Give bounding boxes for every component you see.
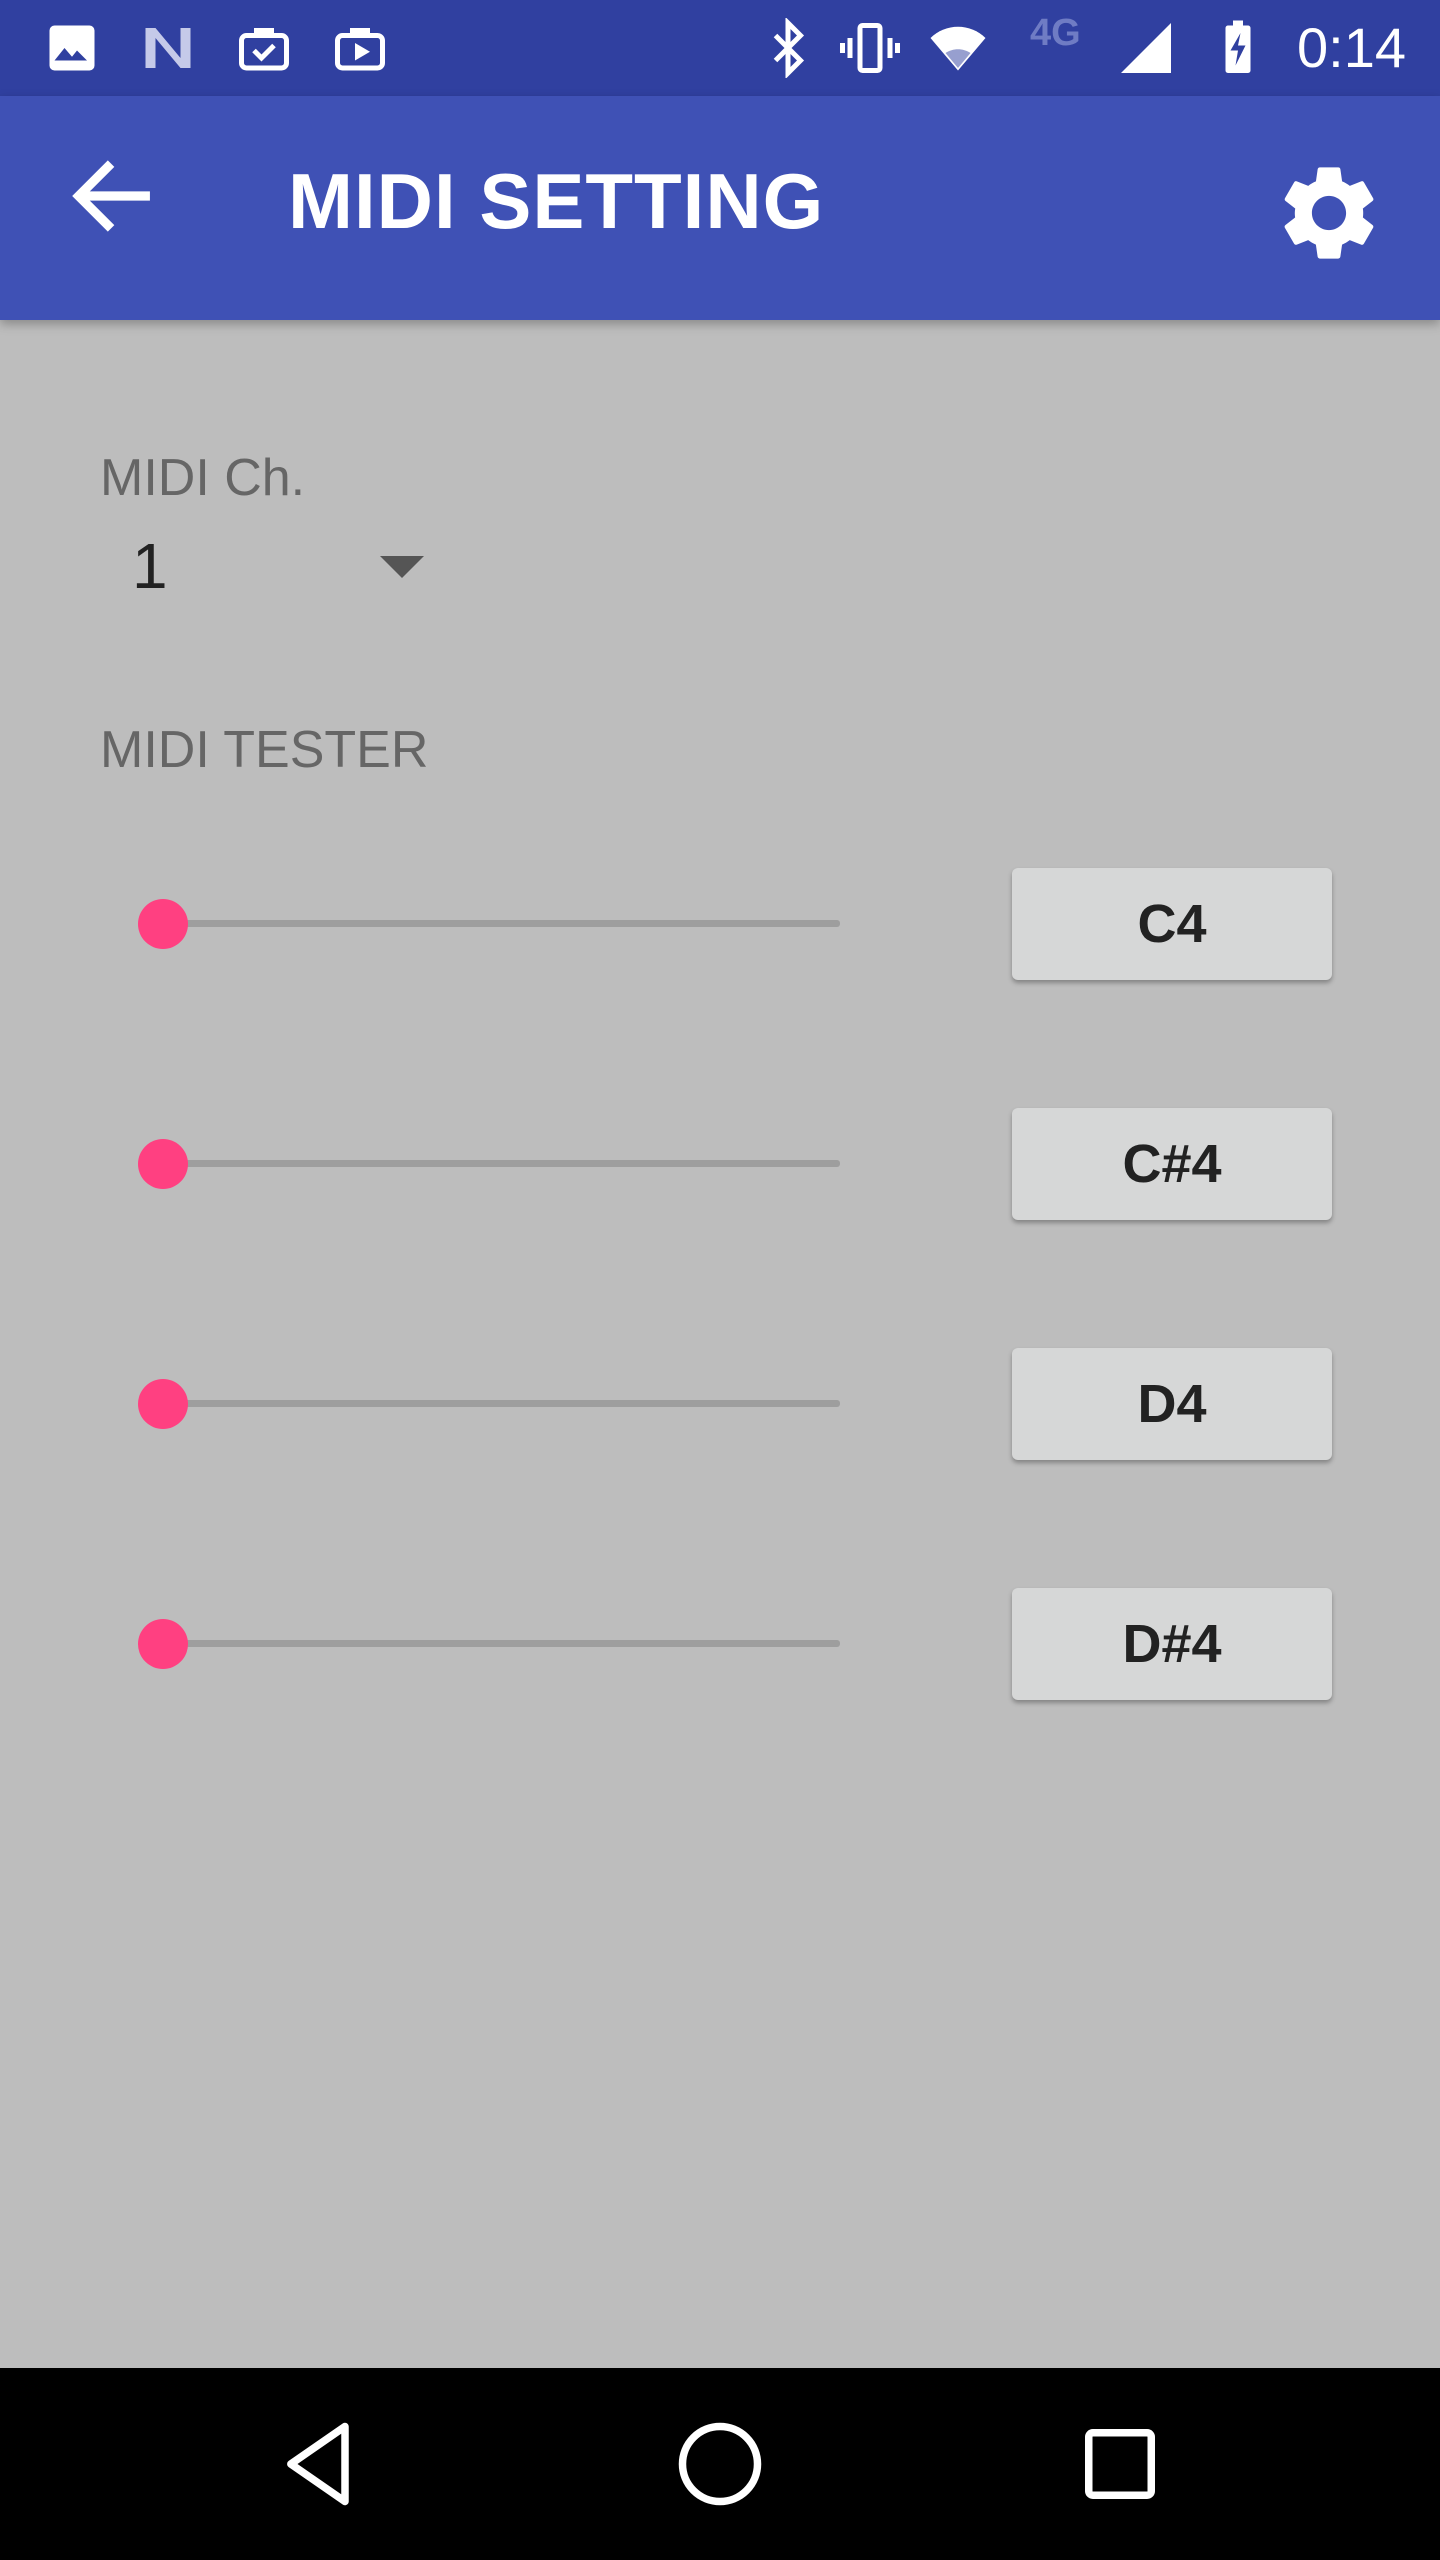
recents-square-icon[interactable]	[1070, 2414, 1170, 2514]
battery-charging-icon	[1208, 18, 1268, 78]
back-triangle-icon[interactable]	[270, 2414, 370, 2514]
tester-row: C4	[0, 864, 1440, 984]
slider-thumb[interactable]	[138, 1139, 188, 1189]
gear-icon[interactable]	[1272, 156, 1386, 270]
dropdown-arrow-icon	[380, 556, 424, 578]
cell-signal-icon	[1116, 18, 1176, 78]
note-d-sharp-4-button[interactable]: D#4	[1012, 1588, 1332, 1700]
velocity-slider[interactable]	[138, 1124, 840, 1204]
midi-channel-value: 1	[132, 530, 168, 602]
midi-channel-dropdown[interactable]: 1	[100, 520, 440, 610]
status-bar: 4G 0:14	[0, 0, 1440, 96]
tester-row: D#4	[0, 1584, 1440, 1704]
n-logo-icon	[138, 18, 198, 78]
velocity-slider[interactable]	[138, 884, 840, 964]
tester-row: C#4	[0, 1104, 1440, 1224]
midi-tester-label: MIDI TESTER	[100, 721, 429, 779]
briefcase-check-icon	[234, 18, 294, 78]
note-d4-button[interactable]: D4	[1012, 1348, 1332, 1460]
page-title: MIDI SETTING	[288, 157, 825, 245]
image-icon	[42, 18, 102, 78]
midi-channel-label: MIDI Ch.	[100, 449, 306, 507]
status-time: 0:14	[1297, 16, 1406, 79]
briefcase-play-icon	[330, 18, 390, 78]
bluetooth-icon	[758, 18, 818, 78]
app-bar: MIDI SETTING	[0, 96, 1440, 320]
note-c-sharp-4-button[interactable]: C#4	[1012, 1108, 1332, 1220]
slider-track	[164, 1160, 840, 1167]
navigation-bar	[0, 2368, 1440, 2560]
vibrate-icon	[840, 18, 900, 78]
slider-track	[164, 1640, 840, 1647]
slider-track	[164, 1400, 840, 1407]
tester-row: D4	[0, 1344, 1440, 1464]
slider-thumb[interactable]	[138, 1379, 188, 1429]
velocity-slider[interactable]	[138, 1364, 840, 1444]
note-c4-button[interactable]: C4	[1012, 868, 1332, 980]
home-circle-icon[interactable]	[670, 2414, 770, 2514]
wifi-icon	[928, 18, 988, 78]
network-type-label: 4G	[1030, 12, 1081, 54]
slider-track	[164, 920, 840, 927]
velocity-slider[interactable]	[138, 1604, 840, 1684]
slider-thumb[interactable]	[138, 899, 188, 949]
slider-thumb[interactable]	[138, 1619, 188, 1669]
back-arrow-icon[interactable]	[62, 146, 162, 246]
